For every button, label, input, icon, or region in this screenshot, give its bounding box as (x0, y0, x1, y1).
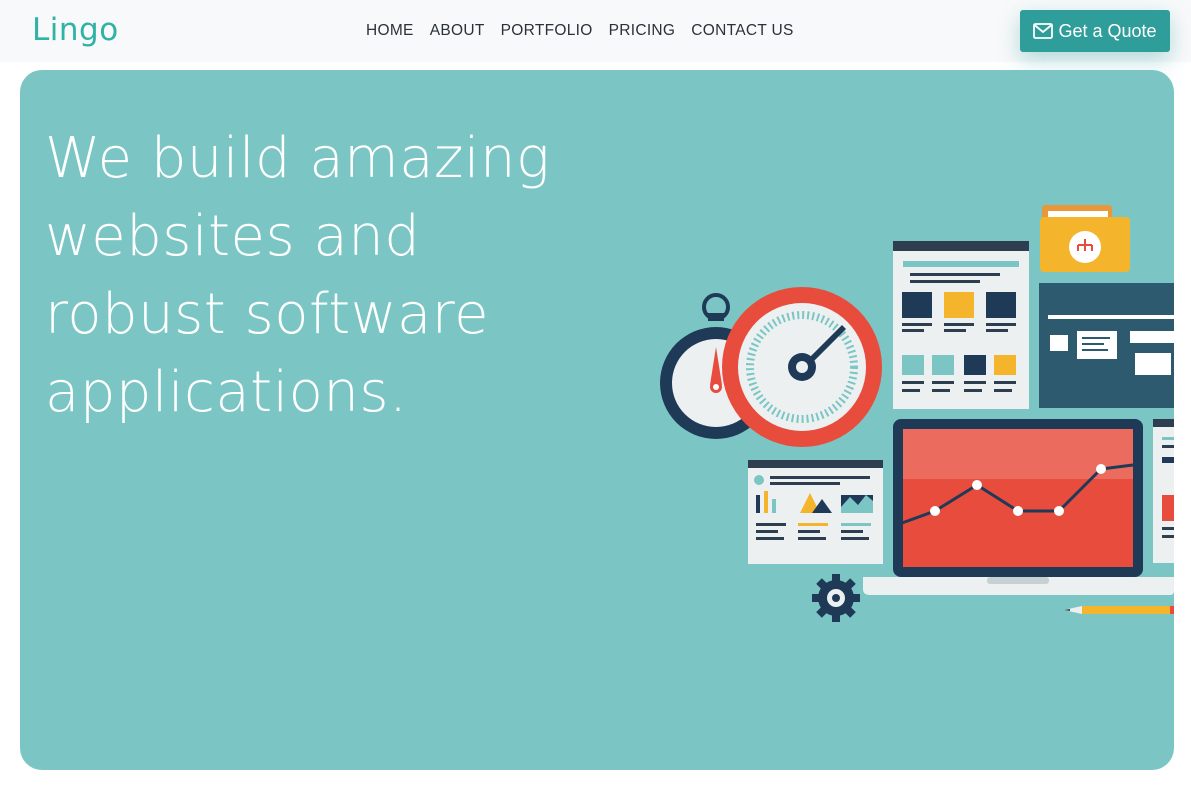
get-quote-button[interactable]: Get a Quote (1020, 10, 1170, 52)
envelope-icon (1033, 23, 1054, 39)
pencil-icon (1064, 606, 1174, 614)
sitemap-panel-icon (1039, 283, 1174, 408)
hero-title: We build amazing websites and robust sof… (45, 126, 551, 425)
web-development-illustration (660, 205, 1174, 622)
nav-links: HOME ABOUT PORTFOLIO PRICING CONTACT US (358, 20, 802, 42)
speedometer-icon (722, 287, 882, 447)
laptop-icon (863, 419, 1174, 595)
analytics-card-icon (748, 460, 883, 564)
partial-document-icon (1153, 419, 1174, 563)
gear-icon (812, 574, 860, 622)
hero-section: We build amazing websites and robust sof… (20, 70, 1174, 770)
folder-icon (1040, 205, 1130, 272)
brand-logo[interactable]: Lingo (32, 12, 119, 48)
nav-link-contact[interactable]: CONTACT US (683, 20, 801, 42)
navbar: Lingo HOME ABOUT PORTFOLIO PRICING CONTA… (0, 0, 1191, 62)
report-document-icon (893, 241, 1029, 409)
nav-link-home[interactable]: HOME (358, 20, 422, 42)
nav-link-pricing[interactable]: PRICING (601, 20, 684, 42)
get-quote-label: Get a Quote (1058, 20, 1157, 41)
nav-link-about[interactable]: ABOUT (422, 20, 493, 42)
nav-link-portfolio[interactable]: PORTFOLIO (493, 20, 601, 42)
